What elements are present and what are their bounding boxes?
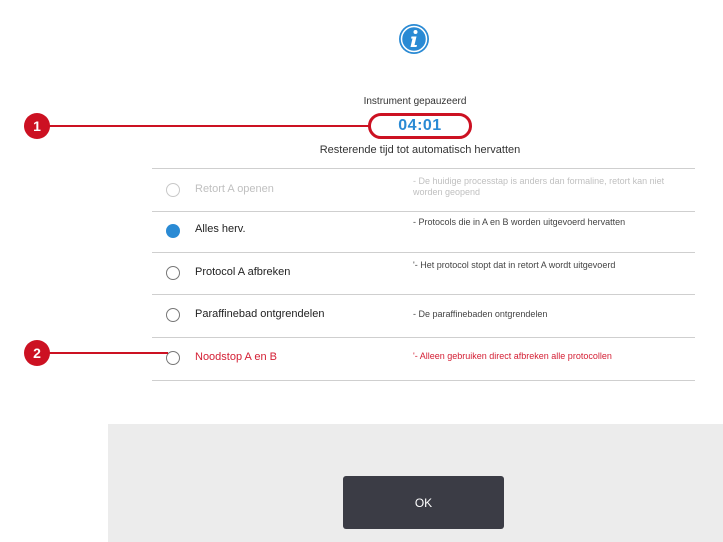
- option-description: - De huidige processtap is anders dan fo…: [413, 176, 665, 197]
- callout-line: [38, 125, 370, 127]
- option-abort-protocol-a[interactable]: Protocol A afbreken '- Het protocol stop…: [152, 253, 695, 293]
- option-description: '- Het protocol stopt dat in retort A wo…: [413, 260, 616, 270]
- callout-badge-2: 2: [24, 340, 50, 366]
- dialog-title: Instrument gepauzeerd: [363, 96, 467, 107]
- ok-button[interactable]: OK: [343, 476, 504, 529]
- option-label: Retort A openen: [195, 183, 274, 195]
- radio-button[interactable]: [166, 266, 180, 280]
- option-label: Noodstop A en B: [195, 351, 277, 363]
- callout-badge-1: 1: [24, 113, 50, 139]
- divider: [152, 168, 695, 169]
- option-unlock-paraffin-bath[interactable]: Paraffinebad ontgrendelen - De paraffine…: [152, 295, 695, 335]
- countdown-timer: 04:01: [368, 113, 472, 139]
- info-icon: [398, 23, 430, 60]
- option-label: Protocol A afbreken: [195, 266, 291, 278]
- radio-button: [166, 183, 180, 197]
- divider: [152, 380, 695, 381]
- radio-button[interactable]: [166, 308, 180, 322]
- radio-button-selected[interactable]: [166, 224, 180, 238]
- callout-line: [38, 352, 168, 354]
- option-description: - Protocols die in A en B worden uitgevo…: [413, 217, 626, 227]
- dialog-subtitle: Resterende tijd tot automatisch hervatte…: [319, 144, 521, 156]
- option-label: Alles herv.: [195, 223, 246, 235]
- radio-button[interactable]: [166, 351, 180, 365]
- option-label: Paraffinebad ontgrendelen: [195, 308, 325, 320]
- option-description: - De paraffinebaden ontgrendelen: [413, 309, 548, 319]
- option-open-retort-a: Retort A openen - De huidige processtap …: [152, 170, 695, 210]
- option-description: '- Alleen gebruiken direct afbreken alle…: [413, 351, 612, 361]
- option-resume-all[interactable]: Alles herv. - Protocols die in A en B wo…: [152, 212, 695, 252]
- option-emergency-stop[interactable]: Noodstop A en B '- Alleen gebruiken dire…: [152, 338, 695, 378]
